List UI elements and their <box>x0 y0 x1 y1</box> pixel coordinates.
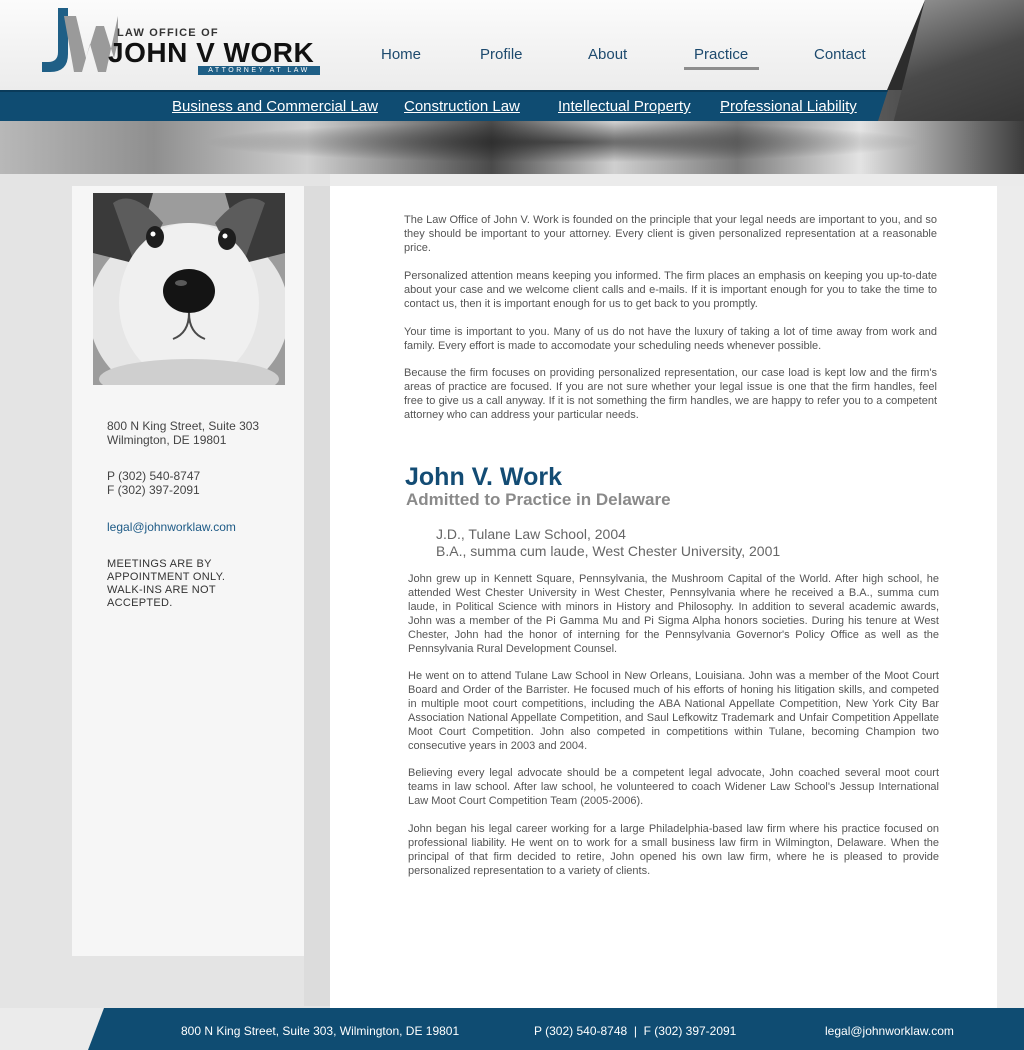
sidebar-phones: P (302) 540-8747 F (302) 397-2091 <box>107 469 200 497</box>
sidebar-address-line2: Wilmington, DE 19801 <box>107 433 227 447</box>
footer-phones: P (302) 540-8748 | F (302) 397-2091 <box>534 1024 737 1038</box>
bio-paragraph: Believing every legal advocate should be… <box>408 767 939 807</box>
footer-email-link[interactable]: legal@johnworklaw.com <box>825 1024 954 1038</box>
footer-address: 800 N King Street, Suite 303, Wilmington… <box>181 1024 460 1038</box>
intro-paragraph: Your time is important to you. Many of u… <box>404 326 937 352</box>
nav-profile[interactable]: Profile <box>480 46 523 63</box>
intro-paragraph: The Law Office of John V. Work is founde… <box>404 214 937 254</box>
degree-jd: J.D., Tulane Law School, 2004 <box>436 526 626 542</box>
subnav-intellectual-property[interactable]: Intellectual Property <box>558 98 691 115</box>
nav-about[interactable]: About <box>588 46 627 63</box>
attorney-photo <box>93 193 285 385</box>
nav-practice[interactable]: Practice <box>694 46 748 63</box>
intro-paragraph: Personalized attention means keeping you… <box>404 270 937 310</box>
subnav-business-commercial-law[interactable]: Business and Commercial Law <box>172 98 378 115</box>
dog-photo-icon <box>93 193 285 385</box>
nav-active-indicator <box>684 67 759 70</box>
header-banner-image <box>0 121 1024 174</box>
sidebar-email-link[interactable]: legal@johnworklaw.com <box>107 520 236 534</box>
intro-paragraph: Because the firm focuses on providing pe… <box>404 367 937 421</box>
sidebar-fax: F (302) 397-2091 <box>107 483 200 497</box>
nav-contact[interactable]: Contact <box>814 46 866 63</box>
sidebar-appointment-note: MEETINGS ARE BY APPOINTMENT ONLY. WALK-I… <box>107 558 226 609</box>
admitted-subheading: Admitted to Practice in Delaware <box>406 490 671 509</box>
degree-ba: B.A., summa cum laude, West Chester Univ… <box>436 543 781 559</box>
main-nav: Home Profile About Practice Contact <box>0 46 1024 70</box>
bio-paragraph: John began his legal career working for … <box>408 823 939 877</box>
sidebar-address-line1: 800 N King Street, Suite 303 <box>107 419 260 433</box>
bio-paragraph: He went on to attend Tulane Law School i… <box>408 670 939 752</box>
subnav-construction-law[interactable]: Construction Law <box>404 98 520 115</box>
nav-home[interactable]: Home <box>381 46 421 63</box>
logo-tagline: ATTORNEY AT LAW <box>198 66 320 75</box>
sidebar-phone: P (302) 540-8747 <box>107 469 201 483</box>
bio-paragraph: John grew up in Kennett Square, Pennsylv… <box>408 573 939 655</box>
attorney-name-heading: John V. Work <box>405 463 562 491</box>
subnav-professional-liability[interactable]: Professional Liability <box>720 98 857 115</box>
sidebar-address: 800 N King Street, Suite 303 Wilmington,… <box>107 419 259 447</box>
